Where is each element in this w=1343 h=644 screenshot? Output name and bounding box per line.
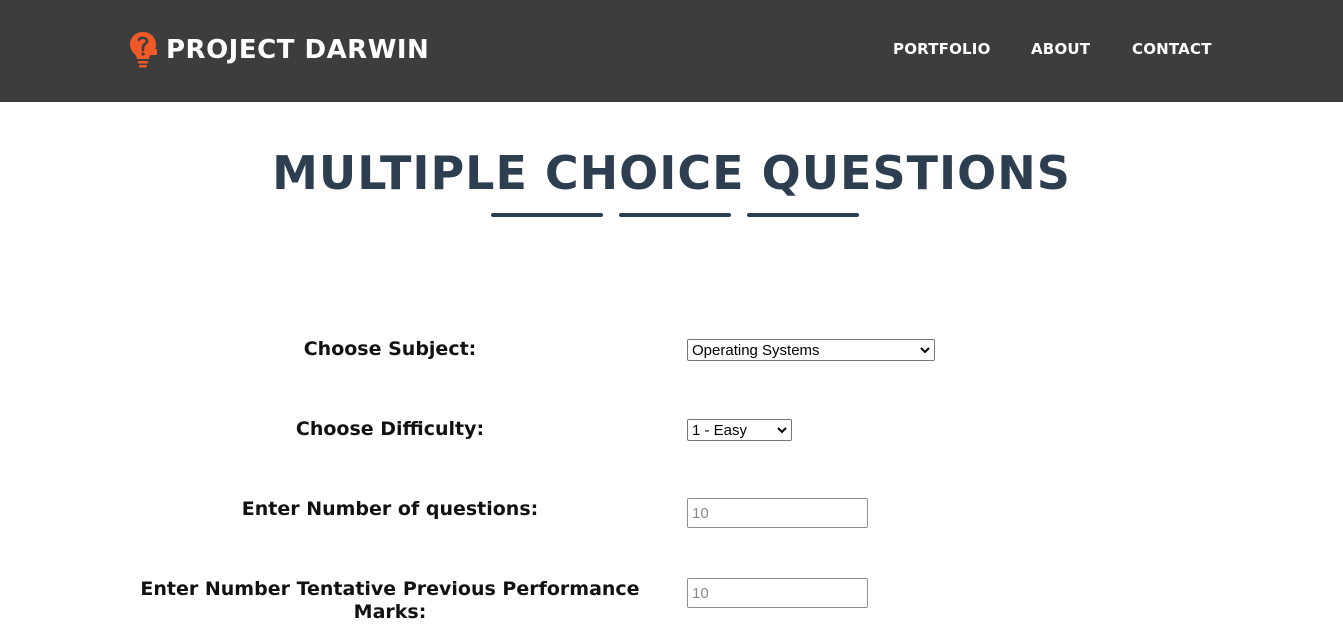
top-navbar: PROJECT DARWIN PORTFOLIO ABOUT CONTACT [0,0,1343,102]
difficulty-label: Choose Difficulty: [295,418,485,440]
difficulty-selected-value: 1 - Easy [692,421,748,439]
subject-selected-value: Operating Systems [692,341,820,359]
chevron-down-icon [777,427,787,434]
brand-link[interactable]: PROJECT DARWIN [128,31,429,69]
title-divider-center [619,213,731,217]
subject-label: Choose Subject: [303,338,477,360]
previous-marks-label: Enter Number Tentative Previous Performa… [140,578,640,623]
page-title: MULTIPLE CHOICE QUESTIONS [272,146,1071,200]
subject-select[interactable]: Operating Systems [687,339,935,361]
nav-contact-link[interactable]: CONTACT [1132,40,1212,58]
question-count-input[interactable] [687,498,868,528]
lightbulb-logo-icon [130,32,157,68]
question-count-label: Enter Number of questions: [241,498,539,520]
brand-name: PROJECT DARWIN [166,35,430,65]
nav-about-link[interactable]: ABOUT [1031,40,1090,58]
title-divider-right [747,213,859,217]
previous-marks-input[interactable] [687,578,868,608]
title-divider-left [491,213,603,217]
difficulty-select[interactable]: 1 - Easy [687,419,792,441]
nav-portfolio-link[interactable]: PORTFOLIO [893,40,991,58]
chevron-down-icon [920,347,930,354]
